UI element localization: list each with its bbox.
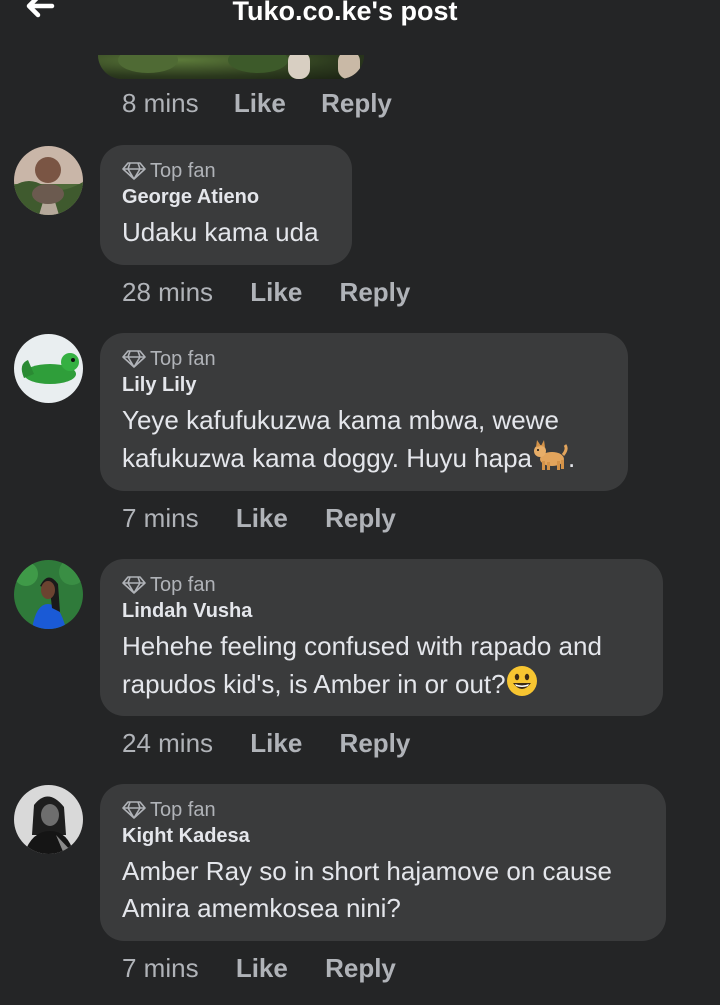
comment-text: Amber Ray so in short hajamove on cause … [122, 853, 644, 927]
page-title: Tuko.co.ke's post [232, 0, 458, 26]
comment-text: Hehehe feeling confused with rapado and … [122, 628, 641, 703]
comment-text-segment: rapudos kid's, is Amber in or out? [122, 669, 506, 699]
reply-button[interactable]: Reply [325, 953, 396, 984]
like-button[interactable]: Like [236, 503, 288, 534]
comment-text-segment: kafukuzwa kama doggy. Huyu hapa [122, 443, 532, 473]
dog-emoji [533, 440, 568, 470]
comment-time: 7 mins [122, 503, 199, 533]
like-button[interactable]: Like [234, 88, 286, 119]
comment-time: 8 mins [122, 88, 199, 118]
grinning-face-emoji [506, 666, 537, 696]
badge-label: Top fan [150, 798, 216, 821]
badge-label: Top fan [150, 573, 216, 596]
reply-button[interactable]: Reply [340, 728, 411, 759]
badge-label: Top fan [150, 159, 216, 182]
comment-bubble: Top fan Lily Lily Yeye kafufukuzwa kama … [100, 333, 628, 491]
comment-text-line: Hehehe feeling confused with rapado and [122, 631, 602, 661]
comment-actions: 24 mins Like Reply [122, 728, 410, 760]
diamond-icon [122, 801, 146, 819]
top-fan-badge: Top fan [122, 347, 606, 371]
comment-author[interactable]: George Atieno [122, 186, 330, 210]
comment-author[interactable]: Lily Lily [122, 374, 606, 398]
avatar[interactable] [14, 560, 83, 629]
diamond-icon [122, 350, 146, 368]
diamond-icon [122, 162, 146, 180]
comment-text-line: kafukuzwa kama doggy. Huyu hapa . [122, 439, 606, 477]
comment-bubble: Top fan George Atieno Udaku kama uda [100, 145, 352, 265]
comment-text-line: Amira amemkosea nini? [122, 893, 401, 923]
comment-text-segment: . [567, 443, 576, 473]
comment-time: 24 mins [122, 728, 214, 758]
top-fan-badge: Top fan [122, 798, 644, 822]
comment-text-line: Yeye kafufukuzwa kama mbwa, wewe [122, 405, 559, 435]
comment-text-line: Amber Ray so in short hajamove on cause [122, 856, 612, 886]
comment-text: Udaku kama uda [122, 217, 319, 247]
comment-author[interactable]: Kight Kadesa [122, 825, 644, 849]
comment-bubble: Top fan Kight Kadesa Amber Ray so in sho… [100, 784, 666, 941]
comment-time: 28 mins [122, 277, 214, 307]
diamond-icon [122, 576, 146, 594]
comment-bubble: Top fan Lindah Vusha Hehehe feeling conf… [100, 559, 663, 716]
reply-button[interactable]: Reply [340, 277, 411, 308]
top-fan-badge: Top fan [122, 159, 330, 183]
avatar[interactable] [14, 785, 83, 854]
comment-time: 7 mins [122, 953, 199, 983]
comment-actions: 28 mins Like Reply [122, 277, 410, 309]
comment-author[interactable]: Lindah Vusha [122, 600, 641, 624]
post-header: Tuko.co.ke's post [0, 0, 720, 30]
avatar[interactable] [14, 334, 83, 403]
comment-actions: 7 mins Like Reply [122, 953, 396, 985]
like-button[interactable]: Like [250, 277, 302, 308]
comment-image[interactable] [98, 55, 364, 79]
like-button[interactable]: Like [250, 728, 302, 759]
top-fan-badge: Top fan [122, 573, 641, 597]
badge-label: Top fan [150, 347, 216, 370]
reply-button[interactable]: Reply [325, 503, 396, 534]
avatar[interactable] [14, 146, 83, 215]
comment-actions: 8 mins Like Reply [122, 88, 392, 120]
like-button[interactable]: Like [236, 953, 288, 984]
reply-button[interactable]: Reply [321, 88, 392, 119]
comment-text: Yeye kafufukuzwa kama mbwa, wewe kafukuz… [122, 402, 606, 477]
comment-actions: 7 mins Like Reply [122, 503, 396, 535]
comment-text-line: rapudos kid's, is Amber in or out? [122, 665, 641, 703]
